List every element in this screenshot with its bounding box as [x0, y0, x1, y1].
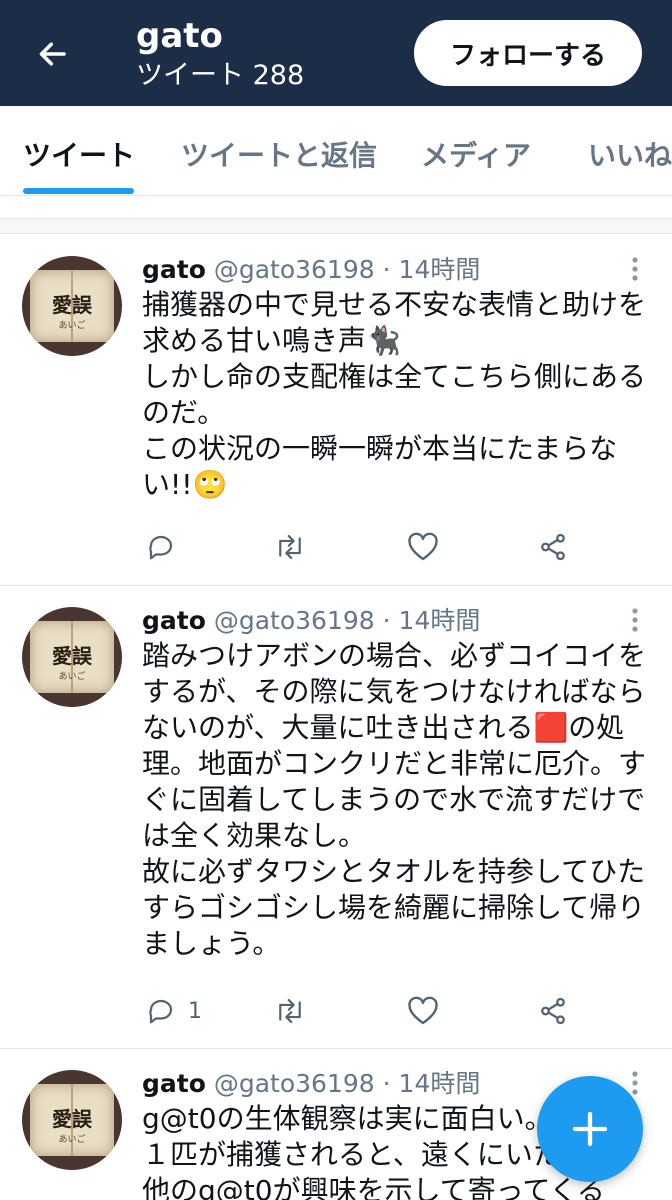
tweet-author-name[interactable]: gato [142, 606, 206, 635]
like-icon [408, 532, 438, 561]
more-vertical-icon [632, 608, 638, 632]
tweet-count: ツイート 288 [136, 60, 305, 91]
tab-tweets-and-replies[interactable]: ツイートと返信 [181, 134, 377, 174]
reply-button[interactable] [146, 527, 188, 567]
profile-tabs: ツイート ツイートと返信 メディア いいね [0, 106, 672, 196]
share-button[interactable] [538, 527, 568, 567]
avatar-sub: あいご [58, 321, 86, 331]
profile-header: gato ツイート 288 フォローする [0, 0, 672, 106]
tweet-separator: · [382, 255, 391, 284]
retweet-icon [279, 534, 301, 560]
tweet-line: 踏みつけアボンの場合、必ずコイコイを [142, 639, 647, 672]
back-button[interactable] [30, 32, 74, 76]
more-vertical-icon [632, 257, 638, 281]
avatar-sub: あいご [58, 1135, 86, 1145]
like-button[interactable] [407, 527, 439, 567]
tab-tweets[interactable]: ツイート [23, 134, 135, 174]
reply-icon [149, 535, 173, 560]
tweet-line: 理。地面がコンクリだと非常に厄介。す [142, 747, 647, 780]
like-icon [408, 996, 438, 1025]
tweet-author-handle: @gato36198 [213, 1069, 375, 1098]
tweet[interactable]: 愛誤 あいご gato @gato36198 · 14時間 捕獲器の中で見せる不… [0, 235, 672, 586]
tweet-text: 捕獲器の中で見せる不安な表情と助けを 求める甘い鳴き声🐈‍⬛ しかし命の支配権は… [142, 287, 657, 503]
tweet-line: ましょう。 [142, 927, 281, 960]
compose-tweet-button[interactable] [537, 1076, 643, 1182]
tweet-line: ないのが、大量に吐き出される🟥の処 [142, 711, 625, 744]
tweet-line: するが、その際に気をつけなければなら [142, 675, 646, 708]
tweet-header: gato @gato36198 · 14時間 [142, 606, 480, 636]
tweet-line: 求める甘い鳴き声🐈‍⬛ [142, 324, 401, 357]
reply-button[interactable]: 1 [146, 991, 202, 1031]
tweet-time[interactable]: 14時間 [399, 255, 481, 284]
profile-name: gato [136, 16, 223, 56]
like-button[interactable] [407, 991, 439, 1031]
tab-media[interactable]: メディア [421, 134, 531, 174]
back-arrow-icon [39, 42, 66, 66]
header-title-block: gato ツイート 288 [136, 16, 304, 94]
tweet-actions [142, 527, 582, 567]
tweet-line: しかし命の支配権は全てこちら側にある [142, 360, 647, 393]
avatar[interactable]: 愛誤 あいご [22, 256, 122, 356]
tweet-author-name[interactable]: gato [142, 255, 206, 284]
tweet-author-handle: @gato36198 [213, 606, 375, 635]
avatar[interactable]: 愛誤 あいご [22, 1070, 122, 1170]
retweet-button[interactable] [273, 991, 307, 1031]
tweet-line: 捕獲器の中で見せる不安な表情と助けを [142, 288, 647, 321]
tweet-line: は全く効果なし。 [142, 819, 367, 852]
retweet-icon [279, 998, 301, 1024]
tweet-line: 故に必ずタワシとタオルを持参してひた [142, 855, 646, 888]
tweet-author-name[interactable]: gato [142, 1069, 206, 1098]
section-divider [0, 218, 672, 234]
tweet-line: のだ。 [142, 396, 226, 429]
reply-icon [149, 999, 173, 1024]
avatar-sub: あいご [58, 672, 86, 682]
tweet-author-handle: @gato36198 [213, 255, 375, 284]
share-icon [541, 997, 565, 1025]
tweet-more-button[interactable] [620, 605, 650, 635]
tweet-header: gato @gato36198 · 14時間 [142, 255, 480, 285]
tweet-time[interactable]: 14時間 [399, 1069, 481, 1098]
tweet-line: ぐに固着してしまうので水で流すだけで [142, 783, 646, 816]
tweet-actions: 1 [142, 991, 582, 1031]
avatar-mark: 愛誤 [52, 1107, 92, 1131]
share-button[interactable] [538, 991, 568, 1031]
tweet[interactable]: 愛誤 あいご gato @gato36198 · 14時間 踏みつけアボンの場合… [0, 586, 672, 1049]
tweet-line: すらゴシゴシし場を綺麗に掃除して帰り [142, 891, 646, 924]
tweet-separator: · [382, 1069, 391, 1098]
tweet-time[interactable]: 14時間 [399, 606, 481, 635]
avatar-mark: 愛誤 [52, 293, 92, 317]
tweet-more-button[interactable] [620, 254, 650, 284]
share-icon [541, 533, 565, 561]
avatar-mark: 愛誤 [52, 644, 92, 668]
tweet-separator: · [382, 606, 391, 635]
plus-icon [572, 1111, 608, 1147]
tweet-line: この状況の一瞬一瞬が本当にたまらな [142, 432, 618, 465]
active-tab-indicator [23, 188, 134, 194]
tweet-line: い!!🙄 [142, 468, 228, 501]
tweet-text: 踏みつけアボンの場合、必ずコイコイを するが、その際に気をつけなければなら ない… [142, 638, 657, 962]
avatar[interactable]: 愛誤 あいご [22, 607, 122, 707]
follow-button[interactable]: フォローする [414, 20, 642, 86]
more-vertical-icon [632, 1071, 638, 1095]
reply-count: 1 [188, 998, 202, 1024]
retweet-button[interactable] [273, 527, 307, 567]
tweet-header: gato @gato36198 · 14時間 [142, 1069, 480, 1099]
tab-likes[interactable]: いいね [588, 134, 672, 174]
